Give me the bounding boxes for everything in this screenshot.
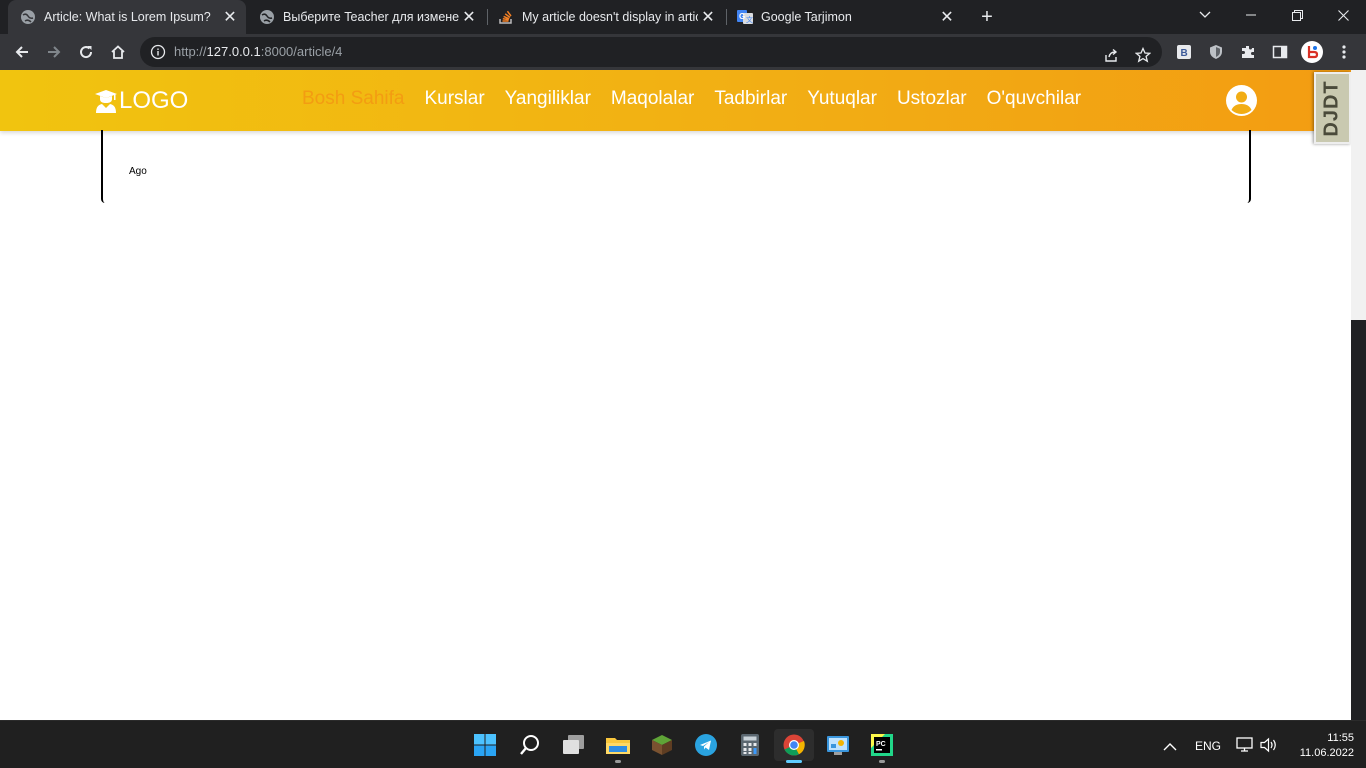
windows-taskbar: PC ENG 11:55 11.06.2022: [0, 720, 1366, 768]
web-page: LOGO Bosh Sahifa Kurslar Yangiliklar Maq…: [0, 70, 1351, 720]
tab-title: Выберите Teacher для изменения: [283, 10, 459, 24]
input-language[interactable]: ENG: [1195, 739, 1221, 753]
close-tab-icon[interactable]: ✕: [220, 7, 240, 27]
nav-yutuqlar[interactable]: Yutuqlar: [807, 88, 877, 110]
site-logo[interactable]: LOGO: [94, 86, 188, 116]
telegram-icon[interactable]: [686, 729, 726, 761]
tab-title: My article doesn't display in article: [522, 10, 698, 24]
shield-extension-icon[interactable]: [1207, 43, 1225, 61]
minimize-icon[interactable]: [1228, 0, 1274, 30]
running-indicator: [879, 760, 885, 763]
active-app-indicator: [786, 760, 802, 763]
browser-tab-strip: Article: What is Lorem Ipsum? ✕ Выберите…: [0, 0, 1366, 34]
nav-ustozlar[interactable]: Ustozlar: [897, 88, 967, 110]
stackoverflow-icon: [498, 9, 514, 25]
pycharm-icon[interactable]: PC: [862, 729, 902, 763]
minecraft-icon[interactable]: [642, 729, 682, 761]
control-panel-icon[interactable]: [818, 729, 858, 761]
svg-text:G: G: [739, 12, 745, 21]
site-info-icon[interactable]: [150, 44, 166, 60]
search-icon[interactable]: [510, 729, 550, 761]
article-ago-text: Ago: [129, 166, 147, 177]
tab-google-translate[interactable]: G文 Google Tarjimon ✕: [725, 0, 963, 34]
profile-avatar[interactable]: [1300, 40, 1324, 64]
google-translate-icon: G文: [737, 9, 753, 25]
chrome-taskbar-icon[interactable]: [774, 729, 814, 763]
globe-icon: [259, 9, 275, 25]
chevron-up-icon[interactable]: [1163, 739, 1177, 751]
page-scrollbar-thumb[interactable]: [1351, 320, 1366, 720]
task-view-icon[interactable]: [554, 729, 594, 761]
tab-title: Google Tarjimon: [761, 10, 852, 24]
extension-b-icon[interactable]: B: [1175, 43, 1193, 61]
svg-text:B: B: [1181, 48, 1188, 59]
main-nav: Bosh Sahifa Kurslar Yangiliklar Maqolala…: [302, 88, 1081, 110]
network-icon[interactable]: [1236, 737, 1254, 753]
django-debug-toolbar-handle[interactable]: DJDT: [1314, 72, 1351, 144]
logo-text: LOGO: [119, 87, 189, 114]
tab-search-icon[interactable]: [1182, 0, 1228, 30]
reload-icon[interactable]: [72, 38, 100, 66]
svg-text:PC: PC: [876, 741, 886, 748]
address-bar[interactable]: http://127.0.0.1:8000/article/4: [140, 37, 1162, 67]
close-window-icon[interactable]: [1320, 0, 1366, 30]
tab-title: Article: What is Lorem Ipsum?: [44, 10, 211, 24]
nav-yangiliklar[interactable]: Yangiliklar: [505, 88, 591, 110]
browser-toolbar: http://127.0.0.1:8000/article/4 B: [0, 34, 1366, 70]
system-clock[interactable]: 11:55 11.06.2022: [1284, 731, 1354, 761]
back-icon[interactable]: [8, 38, 36, 66]
tab-stackoverflow[interactable]: My article doesn't display in article ✕: [486, 0, 724, 34]
calculator-icon[interactable]: [730, 729, 770, 761]
tab-teacher-admin[interactable]: Выберите Teacher для изменения ✕: [247, 0, 485, 34]
new-tab-button[interactable]: +: [975, 5, 999, 29]
forward-icon[interactable]: [40, 38, 68, 66]
bookmark-star-icon[interactable]: [1134, 46, 1152, 64]
url-text: http://127.0.0.1:8000/article/4: [174, 44, 343, 59]
running-indicator: [615, 760, 621, 763]
nav-kurslar[interactable]: Kurslar: [424, 88, 484, 110]
globe-icon: [20, 9, 36, 25]
nav-tadbirlar[interactable]: Tadbirlar: [714, 88, 787, 110]
restore-icon[interactable]: [1274, 0, 1320, 30]
graduate-icon: [95, 90, 117, 113]
file-explorer-icon[interactable]: [598, 729, 638, 763]
close-tab-icon[interactable]: ✕: [937, 7, 957, 27]
svg-text:文: 文: [746, 15, 753, 24]
close-tab-icon[interactable]: ✕: [459, 7, 479, 27]
site-navbar: LOGO Bosh Sahifa Kurslar Yangiliklar Maq…: [0, 70, 1351, 131]
browser-menu-icon[interactable]: [1335, 43, 1353, 61]
home-icon[interactable]: [104, 38, 132, 66]
clock-date: 11.06.2022: [1299, 747, 1354, 759]
djdt-label: DJDT: [1321, 79, 1344, 137]
tab-article[interactable]: Article: What is Lorem Ipsum? ✕: [8, 0, 246, 34]
side-panel-icon[interactable]: [1271, 43, 1289, 61]
volume-icon[interactable]: [1260, 737, 1278, 753]
article-container: Ago: [101, 130, 1251, 203]
puzzle-extensions-icon[interactable]: [1239, 43, 1257, 61]
share-icon[interactable]: [1102, 46, 1120, 64]
close-tab-icon[interactable]: ✕: [698, 7, 718, 27]
nav-oquvchilar[interactable]: O'quvchilar: [987, 88, 1081, 110]
nav-bosh-sahifa[interactable]: Bosh Sahifa: [302, 88, 404, 110]
user-account-icon[interactable]: [1226, 85, 1257, 116]
clock-time: 11:55: [1327, 732, 1354, 744]
windows-start-icon[interactable]: [465, 729, 505, 761]
nav-maqolalar[interactable]: Maqolalar: [611, 88, 694, 110]
